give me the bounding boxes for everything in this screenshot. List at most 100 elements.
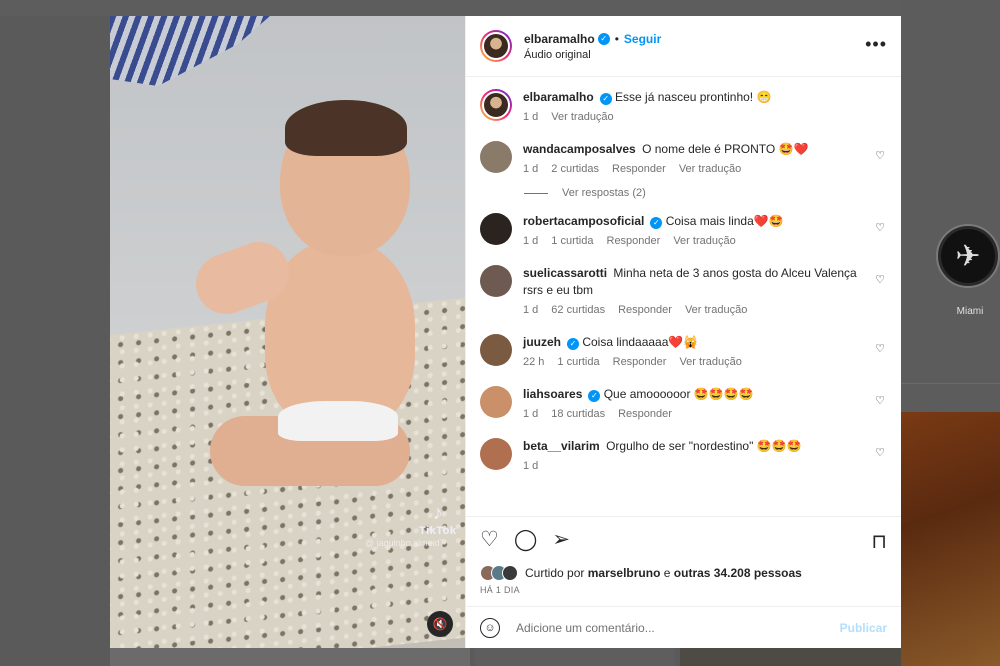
mute-icon: 🔇: [432, 617, 448, 631]
video-frame-baby-diaper: [278, 401, 398, 441]
video-player[interactable]: ♪ TikTok @ jaguinho.almeid7 🔇: [110, 16, 465, 648]
share-paper-plane-icon[interactable]: ➢: [552, 529, 570, 550]
comment-like-heart-icon[interactable]: ♡: [875, 446, 885, 459]
background-grid-post[interactable]: [110, 648, 470, 666]
verified-badge-icon: ✓: [597, 32, 610, 45]
verified-badge-icon: ✓: [567, 337, 579, 350]
add-comment-bar: ☺ Publicar: [466, 606, 901, 648]
post-actions-bar: ♡ ◯ ➢ ⊓: [466, 516, 901, 562]
tiktok-watermark: ♪ TikTok: [419, 502, 456, 537]
post-details-panel: elbaramalho ✓ • Seguir Áudio original ••…: [465, 16, 901, 648]
comment-text: Que amoooooor 🤩🤩🤩🤩: [603, 387, 754, 401]
replies-line: [524, 192, 548, 194]
commenter-avatar[interactable]: [480, 141, 512, 173]
tiktok-logo-icon: ♪: [432, 502, 443, 524]
comment-time[interactable]: 1 d: [523, 304, 538, 316]
comment-input[interactable]: [516, 620, 840, 635]
translate-link[interactable]: Ver tradução: [679, 356, 741, 368]
reply-button[interactable]: Responder: [618, 304, 672, 316]
comment-time[interactable]: 1 d: [523, 408, 538, 420]
post-modal: ♪ TikTok @ jaguinho.almeid7 🔇 elbaramalh…: [110, 16, 901, 648]
comments-list[interactable]: elbaramalho ✓ Esse já nasceu prontinho! 😁…: [466, 77, 901, 516]
post-age[interactable]: HÁ 1 DIA: [466, 584, 901, 606]
comment-item: robertacamposoficial ✓ Coisa mais linda❤️…: [480, 213, 887, 247]
commenter-username[interactable]: juuzeh: [523, 335, 561, 349]
caption-username[interactable]: elbaramalho: [523, 90, 594, 104]
translate-link[interactable]: Ver tradução: [551, 111, 613, 123]
likes-text: Curtido por marselbruno e outras 34.208 …: [525, 566, 802, 580]
comment-time[interactable]: 1 d: [523, 163, 538, 175]
verified-badge-icon: ✓: [599, 92, 612, 105]
comment-time[interactable]: 1 d: [523, 235, 538, 247]
airplane-icon: ✈: [941, 229, 995, 283]
comment-text: O nome dele é PRONTO 🤩❤️: [642, 142, 809, 156]
post-header: elbaramalho ✓ • Seguir Áudio original ••…: [466, 16, 901, 77]
background-grid-post[interactable]: [680, 648, 901, 666]
commenter-username[interactable]: robertacamposoficial: [523, 214, 644, 228]
view-replies-text[interactable]: Ver respostas (2): [562, 187, 646, 199]
verified-badge-icon: ✓: [588, 389, 601, 402]
likes-summary: Curtido por marselbruno e outras 34.208 …: [466, 562, 901, 584]
commenter-username[interactable]: suelicassarotti: [523, 266, 607, 280]
liker-username[interactable]: marselbruno: [588, 566, 661, 580]
commenter-avatar[interactable]: [480, 438, 512, 470]
commenter-username[interactable]: wandacamposalves: [523, 142, 636, 156]
comment-item: beta__vilarim Orgulho de ser "nordestino…: [480, 438, 887, 472]
comment-likes-count[interactable]: 62 curtidas: [551, 304, 605, 316]
comment-bubble-icon[interactable]: ◯: [514, 529, 538, 550]
comment-text: Coisa mais linda❤️🤩: [665, 214, 784, 228]
commenter-username[interactable]: liahsoares: [523, 387, 582, 401]
view-replies-link[interactable]: Ver respostas (2): [524, 187, 887, 199]
comment-likes-count[interactable]: 1 curtida: [551, 235, 593, 247]
comment-like-heart-icon[interactable]: ♡: [875, 149, 885, 162]
reply-button[interactable]: Responder: [613, 356, 667, 368]
commenter-username[interactable]: beta__vilarim: [523, 439, 600, 453]
background-grid-post[interactable]: [901, 412, 1000, 666]
comment-item: juuzeh ✓ Coisa lindaaaaa❤️🙀 22 h 1 curtida R…: [480, 334, 887, 368]
background-divider: [901, 383, 1000, 384]
like-heart-icon[interactable]: ♡: [480, 529, 499, 550]
reply-button[interactable]: Responder: [618, 408, 672, 420]
translate-link[interactable]: Ver tradução: [673, 235, 735, 247]
commenter-avatar[interactable]: [480, 213, 512, 245]
author-username[interactable]: elbaramalho: [524, 32, 595, 46]
commenter-avatar[interactable]: [480, 265, 512, 297]
commenter-avatar[interactable]: [480, 386, 512, 418]
tiktok-watermark-brand: TikTok: [419, 525, 457, 537]
comment-time[interactable]: 1 d: [523, 460, 538, 472]
comment-like-heart-icon[interactable]: ♡: [875, 221, 885, 234]
comment-item: wandacamposalves O nome dele é PRONTO 🤩❤…: [480, 141, 887, 175]
emoji-smile-icon[interactable]: ☺: [480, 617, 500, 638]
comment-text: Coisa lindaaaaa❤️🙀: [582, 335, 699, 349]
author-avatar[interactable]: [480, 30, 512, 62]
liker-avatar[interactable]: [502, 565, 518, 581]
caption-time[interactable]: 1 d: [523, 111, 538, 123]
comment-item: liahsoares ✓ Que amoooooor 🤩🤩🤩🤩 1 d 18 curt…: [480, 386, 887, 420]
verified-badge-icon: ✓: [650, 216, 663, 229]
reply-button[interactable]: Responder: [607, 235, 661, 247]
background-grid-post[interactable]: [475, 648, 675, 666]
author-avatar[interactable]: [480, 89, 512, 121]
header-separator: •: [614, 31, 619, 46]
commenter-avatar[interactable]: [480, 334, 512, 366]
background-top-strip: [0, 0, 1000, 16]
comment-time[interactable]: 22 h: [523, 356, 544, 368]
caption-text: Esse já nasceu prontinho! 😁: [615, 90, 772, 104]
comment-like-heart-icon[interactable]: ♡: [875, 273, 885, 286]
comment-likes-count[interactable]: 18 curtidas: [551, 408, 605, 420]
story-highlight[interactable]: ✈: [936, 224, 1000, 288]
comment-like-heart-icon[interactable]: ♡: [875, 394, 885, 407]
translate-link[interactable]: Ver tradução: [685, 304, 747, 316]
save-bookmark-icon[interactable]: ⊓: [871, 529, 887, 554]
follow-button[interactable]: Seguir: [624, 32, 661, 46]
comment-like-heart-icon[interactable]: ♡: [875, 342, 885, 355]
more-options-icon[interactable]: •••: [865, 34, 887, 55]
translate-link[interactable]: Ver tradução: [679, 163, 741, 175]
audio-link[interactable]: Áudio original: [524, 49, 661, 61]
comment-likes-count[interactable]: 2 curtidas: [551, 163, 599, 175]
mute-button[interactable]: 🔇: [427, 611, 453, 637]
comment-likes-count[interactable]: 1 curtida: [557, 356, 599, 368]
likes-others-link[interactable]: outras 34.208 pessoas: [674, 566, 802, 580]
reply-button[interactable]: Responder: [612, 163, 666, 175]
publish-button[interactable]: Publicar: [840, 621, 887, 635]
